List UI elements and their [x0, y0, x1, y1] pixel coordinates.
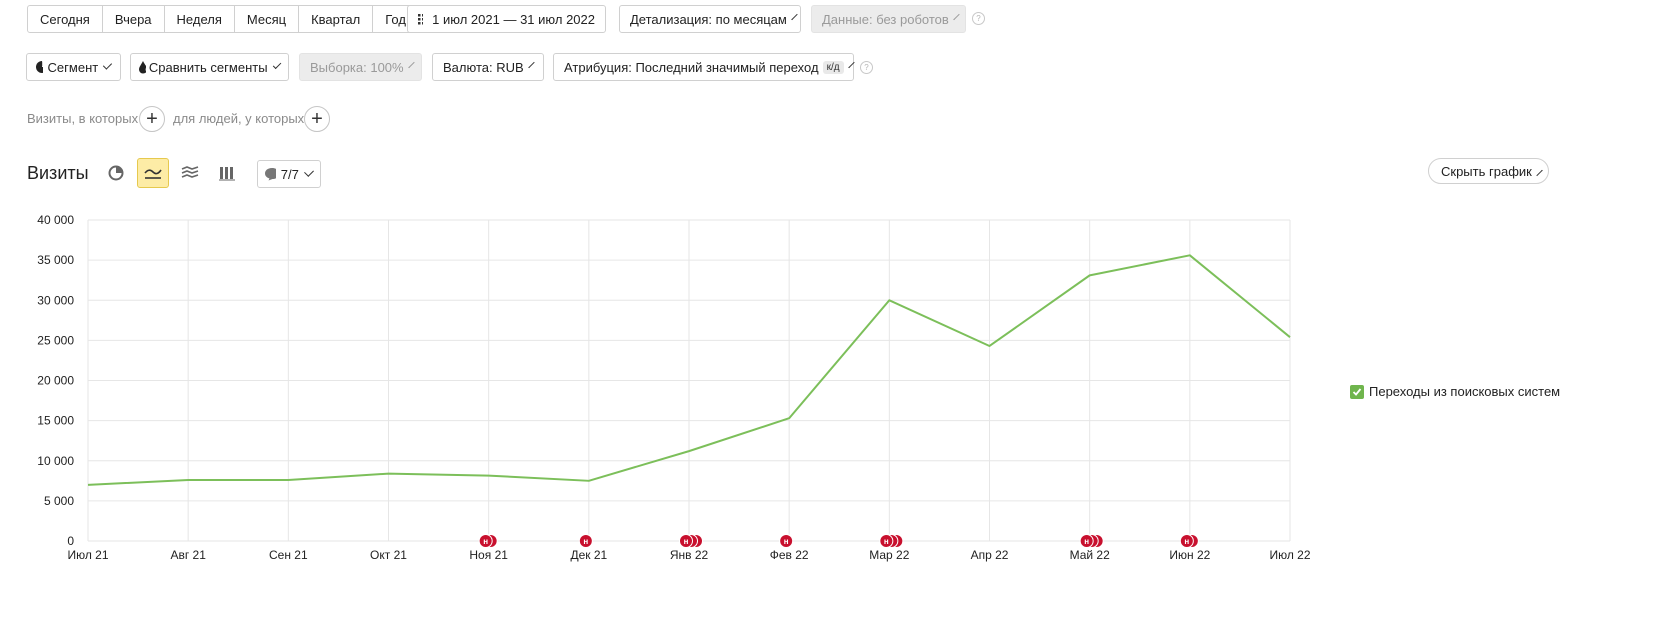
period-selector: Сегодня Вчера Неделя Месяц Квартал Год: [27, 5, 419, 33]
x-tick-label: Апр 22: [971, 548, 1009, 562]
annotations-count: 7/7: [280, 166, 299, 182]
filter-people-label: для людей, у которых: [173, 111, 305, 126]
x-tick-label: Сен 21: [269, 548, 308, 562]
y-tick-label: 35 000: [37, 253, 74, 267]
compare-label: Сравнить сегменты: [148, 59, 268, 75]
y-tick-label: 10 000: [37, 454, 74, 468]
annotation-marker-letter: н: [684, 537, 689, 546]
y-tick-label: 40 000: [37, 213, 74, 227]
add-visit-condition-button[interactable]: +: [139, 106, 165, 132]
bar-view-button[interactable]: [211, 158, 243, 188]
chevron-up-icon: [1536, 169, 1543, 176]
chevron-down-icon: [272, 60, 282, 70]
annotation-marker-letter: н: [784, 537, 789, 546]
y-tick-label: 30 000: [37, 293, 74, 307]
pie-chart-icon: [36, 60, 43, 73]
line-view-button[interactable]: [137, 158, 169, 188]
data-filter-dropdown[interactable]: Данные: без роботов: [811, 5, 966, 33]
pie-chart-icon: [108, 165, 124, 181]
sample-dropdown[interactable]: Выборка: 100%: [299, 53, 422, 81]
y-tick-label: 20 000: [37, 374, 74, 388]
x-tick-label: Окт 21: [370, 548, 407, 562]
chart-title: Визиты: [27, 163, 89, 183]
bar-chart-icon: [219, 166, 235, 180]
chevron-down-icon: [103, 60, 113, 70]
y-tick-label: 5 000: [44, 494, 74, 508]
help-icon[interactable]: ?: [972, 12, 985, 25]
annotation-marker-letter: н: [1184, 537, 1189, 546]
x-tick-label: Янв 22: [670, 548, 709, 562]
annotation-marker-letter: н: [483, 537, 488, 546]
filter-visits-label: Визиты, в которых: [27, 111, 139, 126]
help-icon[interactable]: ?: [860, 61, 873, 74]
attribution-label: Атрибуция: Последний значимый переход: [564, 59, 819, 75]
period-button[interactable]: Месяц: [234, 5, 300, 33]
compare-segments-button[interactable]: Сравнить сегменты: [130, 53, 289, 81]
x-tick-label: Мар 22: [869, 548, 909, 562]
checkmark-icon: [1352, 387, 1362, 396]
period-button[interactable]: Неделя: [164, 5, 235, 33]
x-tick-label: Ноя 21: [469, 548, 508, 562]
x-tick-label: Июл 21: [67, 548, 108, 562]
segment-button[interactable]: Сегмент: [26, 53, 121, 81]
visits-line-chart: 0 5 000 10 000 15 000 20 000 25 000 30 000 35 0…: [37, 213, 1311, 562]
annotation-marker-letter: н: [1084, 537, 1089, 546]
chevron-down-icon: [791, 13, 798, 21]
y-tick-label: 0: [67, 534, 74, 548]
x-tick-label: Июл 22: [1269, 548, 1310, 562]
date-range-button[interactable]: 1 июл 2021 — 31 июл 2022: [407, 5, 606, 33]
area-view-button[interactable]: [174, 158, 206, 188]
segment-label: Сегмент: [47, 59, 99, 75]
calendar-icon: [418, 14, 424, 25]
period-button[interactable]: Квартал: [299, 5, 374, 33]
hide-chart-button[interactable]: Скрыть график: [1428, 158, 1549, 184]
annotations-button[interactable]: 7/7: [257, 160, 321, 188]
pie-view-button[interactable]: [100, 158, 132, 188]
chart-legend: Переходы из поисковых систем: [1350, 384, 1560, 399]
attribution-dropdown[interactable]: Атрибуция: Последний значимый переход к/…: [553, 53, 855, 81]
currency-label: Валюта: RUB: [443, 59, 524, 75]
legend-checkbox[interactable]: [1350, 384, 1364, 399]
add-people-condition-button[interactable]: +: [304, 106, 330, 132]
currency-dropdown[interactable]: Валюта: RUB: [432, 53, 544, 81]
chevron-down-icon: [527, 61, 535, 69]
chevron-down-icon: [953, 13, 960, 21]
annotation-marker-letter: н: [884, 537, 889, 546]
legend-label: Переходы из поисковых систем: [1369, 384, 1561, 399]
detail-dropdown[interactable]: Детализация: по месяцам: [619, 5, 801, 33]
chevron-down-icon: [303, 166, 314, 178]
x-tick-label: Июн 22: [1169, 548, 1210, 562]
period-button[interactable]: Вчера: [102, 5, 165, 33]
y-tick-label: 25 000: [37, 333, 74, 347]
chevron-down-icon: [847, 61, 855, 69]
comment-icon: [265, 168, 276, 181]
plus-icon: +: [146, 108, 158, 130]
y-tick-label: 15 000: [37, 414, 74, 428]
line-chart-icon: [144, 169, 162, 179]
stacked-area-icon: [181, 166, 199, 178]
x-tick-label: Фев 22: [770, 548, 809, 562]
hide-chart-label: Скрыть график: [1441, 163, 1532, 179]
x-tick-label: Дек 21: [570, 548, 607, 562]
sample-label: Выборка: 100%: [310, 59, 404, 75]
x-tick-label: Май 22: [1070, 548, 1111, 562]
annotation-marker-letter: н: [583, 537, 588, 546]
date-range-label: 1 июл 2021 — 31 июл 2022: [432, 11, 595, 27]
period-button[interactable]: Сегодня: [27, 5, 103, 33]
detail-label: Детализация: по месяцам: [630, 11, 787, 27]
data-filter-label: Данные: без роботов: [822, 11, 949, 27]
x-tick-label: Авг 21: [170, 548, 206, 562]
plus-icon: +: [311, 108, 323, 130]
attribution-badge: к/д: [822, 60, 844, 74]
chevron-down-icon: [407, 61, 415, 69]
compare-drops-icon: [139, 61, 146, 74]
